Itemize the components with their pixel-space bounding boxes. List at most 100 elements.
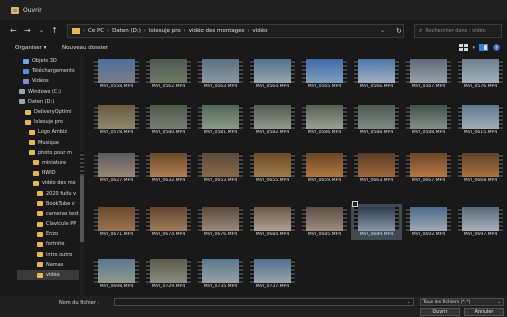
video-thumbnail [406,153,451,177]
view-dropdown-chevron-icon[interactable]: ▾ [472,45,475,51]
file-tile[interactable]: MVI_0580.MP4 [143,102,194,138]
up-arrow-icon[interactable]: ↑ [51,27,58,35]
file-tile[interactable]: MVI_0737.MP4 [247,256,298,292]
selection-checkbox[interactable] [352,201,358,207]
preview-pane-icon[interactable] [479,44,488,51]
sidebar-item[interactable]: photo pour m [17,148,79,158]
file-tile[interactable]: MVI_0588.MP4 [403,102,454,138]
filename-input[interactable]: ⌄ [114,298,414,306]
scrollbar-thumb[interactable] [80,152,84,242]
file-tile[interactable]: MVI_0684.MP4 [247,204,298,240]
file-tile[interactable]: MVI_0567.MP4 [403,56,454,92]
sidebar-item[interactable]: Enzo [17,229,79,239]
file-tile[interactable]: MVI_0582.MP4 [247,102,298,138]
open-file-dialog: Ouvrir ← → ⌄ ↑ › Ce PC › Daten (D:) › lo… [0,0,507,317]
file-tile[interactable]: MVI_0615.MP4 [455,102,506,138]
sidebar-item[interactable]: vidéo des mo [17,178,79,188]
file-name: MVI_0567.MP4 [411,84,446,89]
file-tile[interactable]: MVI_0581.MP4 [195,102,246,138]
filename-dropdown-chevron-icon[interactable]: ⌄ [407,299,411,305]
file-name: MVI_0627.MP4 [99,178,134,183]
sidebar-item[interactable]: Musique [17,138,79,148]
view-mode-icon[interactable] [459,44,469,51]
organize-button[interactable]: Organiser ▾ [15,45,46,51]
recent-locations-chevron-icon[interactable]: ⌄ [39,27,44,35]
file-name: MVI_0667.MP4 [411,178,446,183]
file-tile[interactable]: MVI_0735.MP4 [195,256,246,292]
file-name: MVI_0653.MP4 [203,178,238,183]
sidebar-item[interactable]: 2020 fuifu v [17,188,79,198]
file-tile[interactable]: MVI_0663.MP4 [351,150,402,186]
file-tile[interactable]: MVI_0685.MP4 [299,204,350,240]
breadcrumb-ce-pc[interactable]: Ce PC [88,28,104,34]
sidebar-item[interactable]: vidéo [17,269,79,281]
sidebar-item[interactable]: Objets 3D [17,56,79,66]
file-tile[interactable]: MVI_0659.MP4 [299,150,350,186]
file-tile[interactable]: MVI_0586.MP4 [299,102,350,138]
file-tile[interactable]: MVI_0588.MP4 [351,102,402,138]
file-tile[interactable]: MVI_0697.MP4 [455,204,506,240]
sidebar-item[interactable]: BookTube v [17,199,79,209]
file-tile[interactable]: MVI_0689.MP4 [351,201,402,240]
sidebar-item[interactable]: DeliveryOptimi [17,107,79,117]
back-arrow-icon[interactable]: ← [10,27,17,35]
file-tile[interactable]: MVI_0676.MP4 [195,204,246,240]
sidebar-item[interactable]: Logo Ambiz [17,127,79,137]
refresh-icon[interactable]: ↻ [396,27,402,35]
cube-icon [23,58,29,64]
sidebar-item[interactable]: RWID [17,168,79,178]
breadcrumb-video[interactable]: vidéo [252,28,267,34]
sidebar-item-label: BookTube v [46,200,75,207]
open-button[interactable]: Ouvrir [420,308,460,316]
sidebar-item[interactable]: Namas [17,260,79,270]
file-tile[interactable]: MVI_0562.MP4 [143,56,194,92]
file-tile[interactable]: MVI_0565.MP4 [299,56,350,92]
file-tile[interactable]: MVI_0627.MP4 [91,150,142,186]
search-box[interactable]: ⌕ Rechercher dans : vidéo [414,24,502,38]
cancel-button[interactable]: Annuler [464,308,504,316]
file-tile[interactable]: MVI_0563.MP4 [195,56,246,92]
sidebar-item[interactable]: Téléchargements [17,66,79,76]
file-tile[interactable]: MVI_0566.MP4 [351,56,402,92]
file-tile[interactable]: MVI_0632.MP4 [143,150,194,186]
file-tile[interactable]: MVI_0674.MP4 [143,204,194,240]
sidebar-item[interactable]: intro outro [17,250,79,260]
file-tile[interactable]: MVI_0655.MP4 [247,150,298,186]
sidebar-item-label: Clavicule PP [46,221,77,228]
file-name: MVI_0581.MP4 [203,130,238,135]
file-tile[interactable]: MVI_0698.MP4 [91,256,142,292]
address-bar[interactable]: › Ce PC › Daten (D:) › lolesuje pro › vi… [67,24,404,38]
file-tile[interactable]: MVI_0564.MP4 [247,56,298,92]
breadcrumb-daten[interactable]: Daten (D:) [112,28,141,34]
sidebar-item-label: Namas [46,261,64,268]
navigation-scrollbar[interactable] [80,56,84,296]
file-tile[interactable]: MVI_0668.MP4 [455,150,506,186]
sidebar-item[interactable]: fortnite [17,239,79,249]
new-folder-button[interactable]: Nouveau dossier [62,45,108,51]
file-tile[interactable]: MVI_0558.MP4 [91,56,142,92]
filetype-select[interactable]: Tous les fichiers (*.*) ⌄ [420,298,504,306]
forward-arrow-icon[interactable]: → [24,27,31,35]
breadcrumb-lolesuje-pro[interactable]: lolesuje pro [149,28,181,34]
sidebar-item[interactable]: Windows (C:) [17,87,79,97]
sidebar-item[interactable]: Clavicule PP [17,219,79,229]
breadcrumb-video-des-montages[interactable]: vidéo des montages [189,28,245,34]
sidebar-item[interactable]: Daten (D:) [17,97,79,107]
folder-icon [29,150,35,156]
file-tile[interactable]: MVI_0653.MP4 [195,150,246,186]
file-tile[interactable]: MVI_0576.MP4 [455,56,506,92]
file-tile[interactable]: MVI_0671.MP4 [91,204,142,240]
sidebar-item[interactable]: cameras test [17,209,79,219]
file-name: MVI_0655.MP4 [255,178,290,183]
file-tile[interactable]: MVI_0667.MP4 [403,150,454,186]
sidebar-item[interactable]: miniature [17,158,79,168]
file-tile[interactable]: MVI_0729.MP4 [143,256,194,292]
sidebar-item[interactable]: Vidéos [17,76,79,86]
address-dropdown-chevron-icon[interactable]: ⌄ [380,27,385,34]
file-tile[interactable]: MVI_0692.MP4 [403,204,454,240]
sidebar-item[interactable]: lolesuje pro [17,117,79,127]
file-tile[interactable]: MVI_0578.MP4 [91,102,142,138]
help-icon[interactable]: ? [492,44,501,51]
download-icon [23,68,29,74]
video-thumbnail [146,153,191,177]
